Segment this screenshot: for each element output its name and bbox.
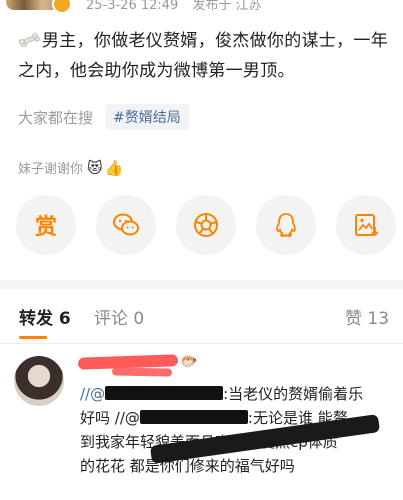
save-image-button[interactable] <box>336 195 396 255</box>
repost-line-2-prefix: 好吗 //@ <box>80 409 140 427</box>
save-image-icon <box>355 214 379 237</box>
post-date: 25-3-26 12:49 <box>86 0 179 13</box>
commenter-avatar[interactable] <box>14 356 64 406</box>
moments-icon <box>194 213 218 237</box>
qq-share-button[interactable] <box>256 195 316 255</box>
share-bar: 赏 <box>16 195 396 259</box>
hot-search-tag[interactable]: #赘婿结局 <box>105 104 189 130</box>
tab-repost[interactable]: 转发 6 <box>19 304 71 329</box>
mention-link[interactable]: //@ <box>80 385 105 403</box>
reward-button[interactable]: 赏 <box>16 195 76 255</box>
qq-icon <box>276 213 296 237</box>
fish-emoji-icon: 🐡 <box>180 354 198 370</box>
bone-emoji-icon <box>18 27 40 48</box>
post-body: 男主，你做老仪赘婿，俊杰做你的谋士，一年之内，他会助你成为微博第一男顶。 <box>18 26 390 86</box>
redacted-mention-2 <box>139 410 248 424</box>
post-header: 25-3-26 12:49 发布于 江苏 <box>0 0 403 18</box>
reward-thanks-row: 妹子谢谢你 😻 👍 <box>18 158 125 178</box>
verified-badge-icon <box>52 0 72 14</box>
post-location: 发布于 江苏 <box>192 0 262 13</box>
post-meta: 25-3-26 12:49 发布于 江苏 <box>86 0 272 13</box>
tab-comment[interactable]: 评论 0 <box>94 304 144 329</box>
hot-search-label: 大家都在搜 <box>18 108 94 127</box>
repost-item[interactable]: 🐡 //@:当老仪的赘婿偷着乐 好吗 //@:无论是谁 能赘 到我家年轻貌美而且… <box>0 350 403 500</box>
interaction-tabs: 转发 6 评论 0 赞 13 <box>0 300 403 339</box>
repost-line-1: :当老仪的赘婿偷着乐 <box>223 385 364 403</box>
hot-search-row: 大家都在搜 #赘婿结局 <box>18 104 189 130</box>
thanks-text: 妹子谢谢你 <box>18 162 84 177</box>
heart-eyes-cat-icon: 😻 <box>87 158 103 177</box>
tabs-separator <box>0 343 403 344</box>
wechat-icon <box>113 213 139 236</box>
active-tab-indicator <box>19 336 47 339</box>
repost-line-4: 的花花 都是你们修来的福气好吗 <box>80 457 295 475</box>
redacted-username-scribble <box>111 367 173 377</box>
moments-share-button[interactable] <box>176 195 236 255</box>
redacted-mention <box>105 386 224 400</box>
post-text: 男主，你做老仪赘婿，俊杰做你的谋士，一年之内，他会助你成为微博第一男顶。 <box>18 31 388 81</box>
thumbs-up-icon: 👍 <box>104 158 124 177</box>
tab-like[interactable]: 赞 13 <box>345 304 389 329</box>
section-divider <box>0 280 403 289</box>
wechat-share-button[interactable] <box>96 195 156 255</box>
reward-icon: 赏 <box>34 215 57 240</box>
